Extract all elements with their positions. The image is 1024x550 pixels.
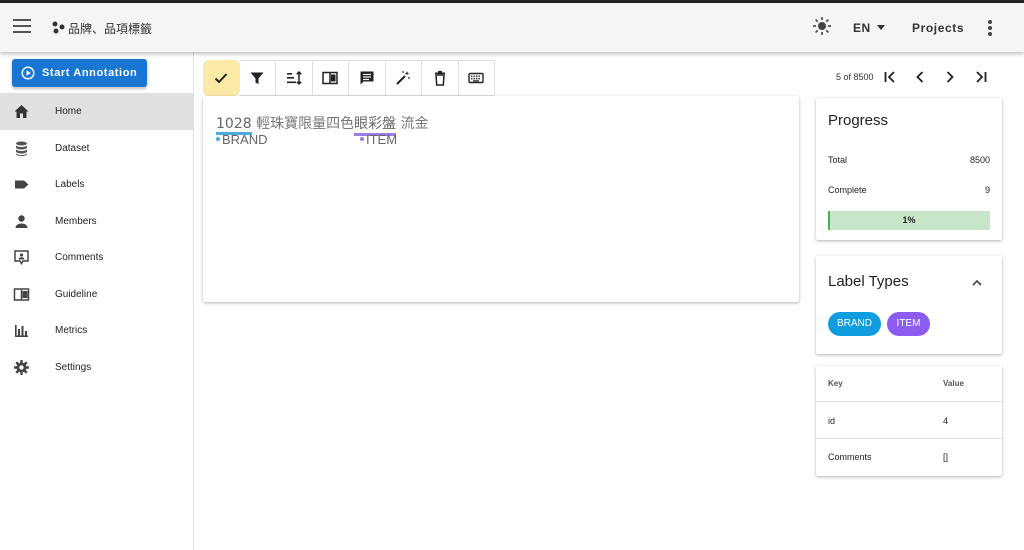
progress-bar: 1% — [828, 211, 990, 230]
sidebar-item-label: Labels — [55, 179, 85, 190]
complete-label: Complete — [828, 185, 867, 195]
filter-button[interactable] — [239, 60, 276, 96]
last-page-icon[interactable] — [973, 69, 989, 85]
label-chip-item[interactable]: ITEM — [887, 312, 930, 336]
chart-bar-icon — [15, 325, 28, 337]
language-select[interactable]: EN — [853, 21, 885, 35]
sidebar-item-dataset[interactable]: Dataset — [0, 130, 193, 167]
sidebar-nav: Home Dataset Labels Members Comments Gui… — [0, 93, 193, 385]
next-page-icon[interactable] — [942, 69, 958, 85]
label-types-title: Label Types — [828, 273, 909, 290]
sort-icon — [286, 70, 302, 86]
sidebar-item-label: Metrics — [55, 325, 88, 336]
start-annotation-label: Start Annotation — [42, 67, 138, 79]
table-header: Key Value — [816, 366, 1002, 402]
more-vert-icon[interactable] — [987, 20, 993, 36]
row-key: id — [828, 416, 836, 426]
sidebar-item-label: Settings — [55, 361, 92, 373]
entity-label-text: ITEM — [366, 132, 398, 147]
table-row: Comments [] — [816, 439, 1002, 475]
metadata-table: Key Value id 4 Comments [] — [816, 366, 1002, 476]
language-label: EN — [853, 21, 871, 35]
sidebar-item-guideline[interactable]: Guideline — [0, 276, 193, 313]
document-segment: 輕珠寶限量四色 — [251, 116, 355, 132]
sidebar-item-label: Dataset — [55, 142, 90, 154]
total-value: 8500 — [969, 155, 990, 165]
auto-labeling-button[interactable] — [385, 60, 422, 96]
sidebar-item-home[interactable]: Home — [0, 93, 193, 130]
total-row: Total 8500 — [828, 155, 990, 165]
sort-button[interactable] — [276, 60, 313, 96]
label-icon — [15, 180, 29, 189]
first-page-icon[interactable] — [882, 69, 898, 85]
confirm-button[interactable] — [203, 60, 240, 96]
projects-button[interactable]: Projects — [912, 21, 964, 35]
row-value: [] — [943, 452, 949, 462]
label-dot — [360, 137, 364, 141]
chevron-up-icon[interactable] — [970, 276, 984, 290]
previous-page-icon[interactable] — [912, 69, 928, 85]
sidebar-item-comments[interactable]: Comments — [0, 239, 193, 276]
label-types-card: Label Types BRAND ITEM — [816, 256, 1002, 354]
item-entity-label: ITEM — [360, 132, 397, 147]
progress-title: Progress — [828, 112, 889, 129]
sidebar-item-label: Home — [55, 106, 82, 117]
label-dot — [216, 137, 220, 141]
check-icon — [215, 73, 228, 84]
menu-icon[interactable] — [13, 19, 31, 33]
comment-icon — [360, 71, 374, 85]
book-open-icon — [322, 71, 338, 85]
document-segment: 流金 — [396, 116, 429, 132]
comment-account-icon — [14, 250, 29, 265]
database-icon — [16, 141, 27, 156]
person-icon — [15, 214, 28, 228]
table-row: id 4 — [816, 403, 1002, 439]
chevron-down-icon — [876, 25, 885, 30]
progress-card: Progress Total 8500 Complete 9 1% — [816, 98, 1002, 240]
complete-value: 9 — [984, 185, 990, 195]
delete-button[interactable] — [422, 60, 459, 96]
project-title: 品牌、品項標籤 — [68, 22, 153, 36]
label-chip-brand[interactable]: BRAND — [828, 312, 881, 336]
comment-button[interactable] — [349, 60, 386, 96]
brand-entity-label: BRAND — [216, 132, 268, 147]
progress-percent: 1% — [902, 215, 916, 225]
keyboard-icon — [468, 72, 484, 84]
guideline-button[interactable] — [312, 60, 349, 96]
total-label: Total — [828, 155, 848, 165]
sidebar-item-members[interactable]: Members — [0, 203, 193, 240]
row-key: Comments — [828, 452, 872, 462]
pagination-text: 5 of 8500 — [836, 72, 874, 82]
home-icon — [14, 105, 29, 118]
key-header: Key — [828, 379, 843, 388]
trash-icon — [434, 71, 445, 86]
play-circle-icon — [21, 66, 35, 80]
row-value: 4 — [943, 416, 949, 426]
sidebar-item-label: Guideline — [55, 288, 98, 300]
sidebar-item-metrics[interactable]: Metrics — [0, 312, 193, 349]
brightness-icon[interactable] — [812, 16, 832, 36]
sidebar: Start Annotation Home Dataset Labels Mem… — [0, 52, 194, 550]
entity-label-text: BRAND — [222, 132, 268, 147]
app-bar: 品牌、品項標籤 EN Projects — [0, 0, 1024, 52]
complete-row: Complete 9 — [828, 185, 990, 195]
gear-icon — [14, 359, 29, 375]
magic-wand-icon — [396, 71, 411, 85]
start-annotation-button[interactable]: Start Annotation — [12, 59, 147, 87]
sidebar-item-label: Comments — [55, 252, 104, 263]
shortcuts-button[interactable] — [458, 60, 495, 96]
logo-icon — [52, 21, 65, 34]
book-open-icon — [13, 287, 30, 301]
sidebar-item-settings[interactable]: Settings — [0, 349, 193, 386]
sidebar-item-label: Members — [55, 215, 97, 227]
sidebar-item-labels[interactable]: Labels — [0, 166, 193, 203]
value-header: Value — [943, 379, 964, 388]
annotation-card: 1028 輕珠寶限量四色眼彩盤 流金 BRAND ITEM — [203, 96, 799, 302]
filter-icon — [250, 72, 264, 84]
annotation-toolbar — [203, 60, 495, 96]
